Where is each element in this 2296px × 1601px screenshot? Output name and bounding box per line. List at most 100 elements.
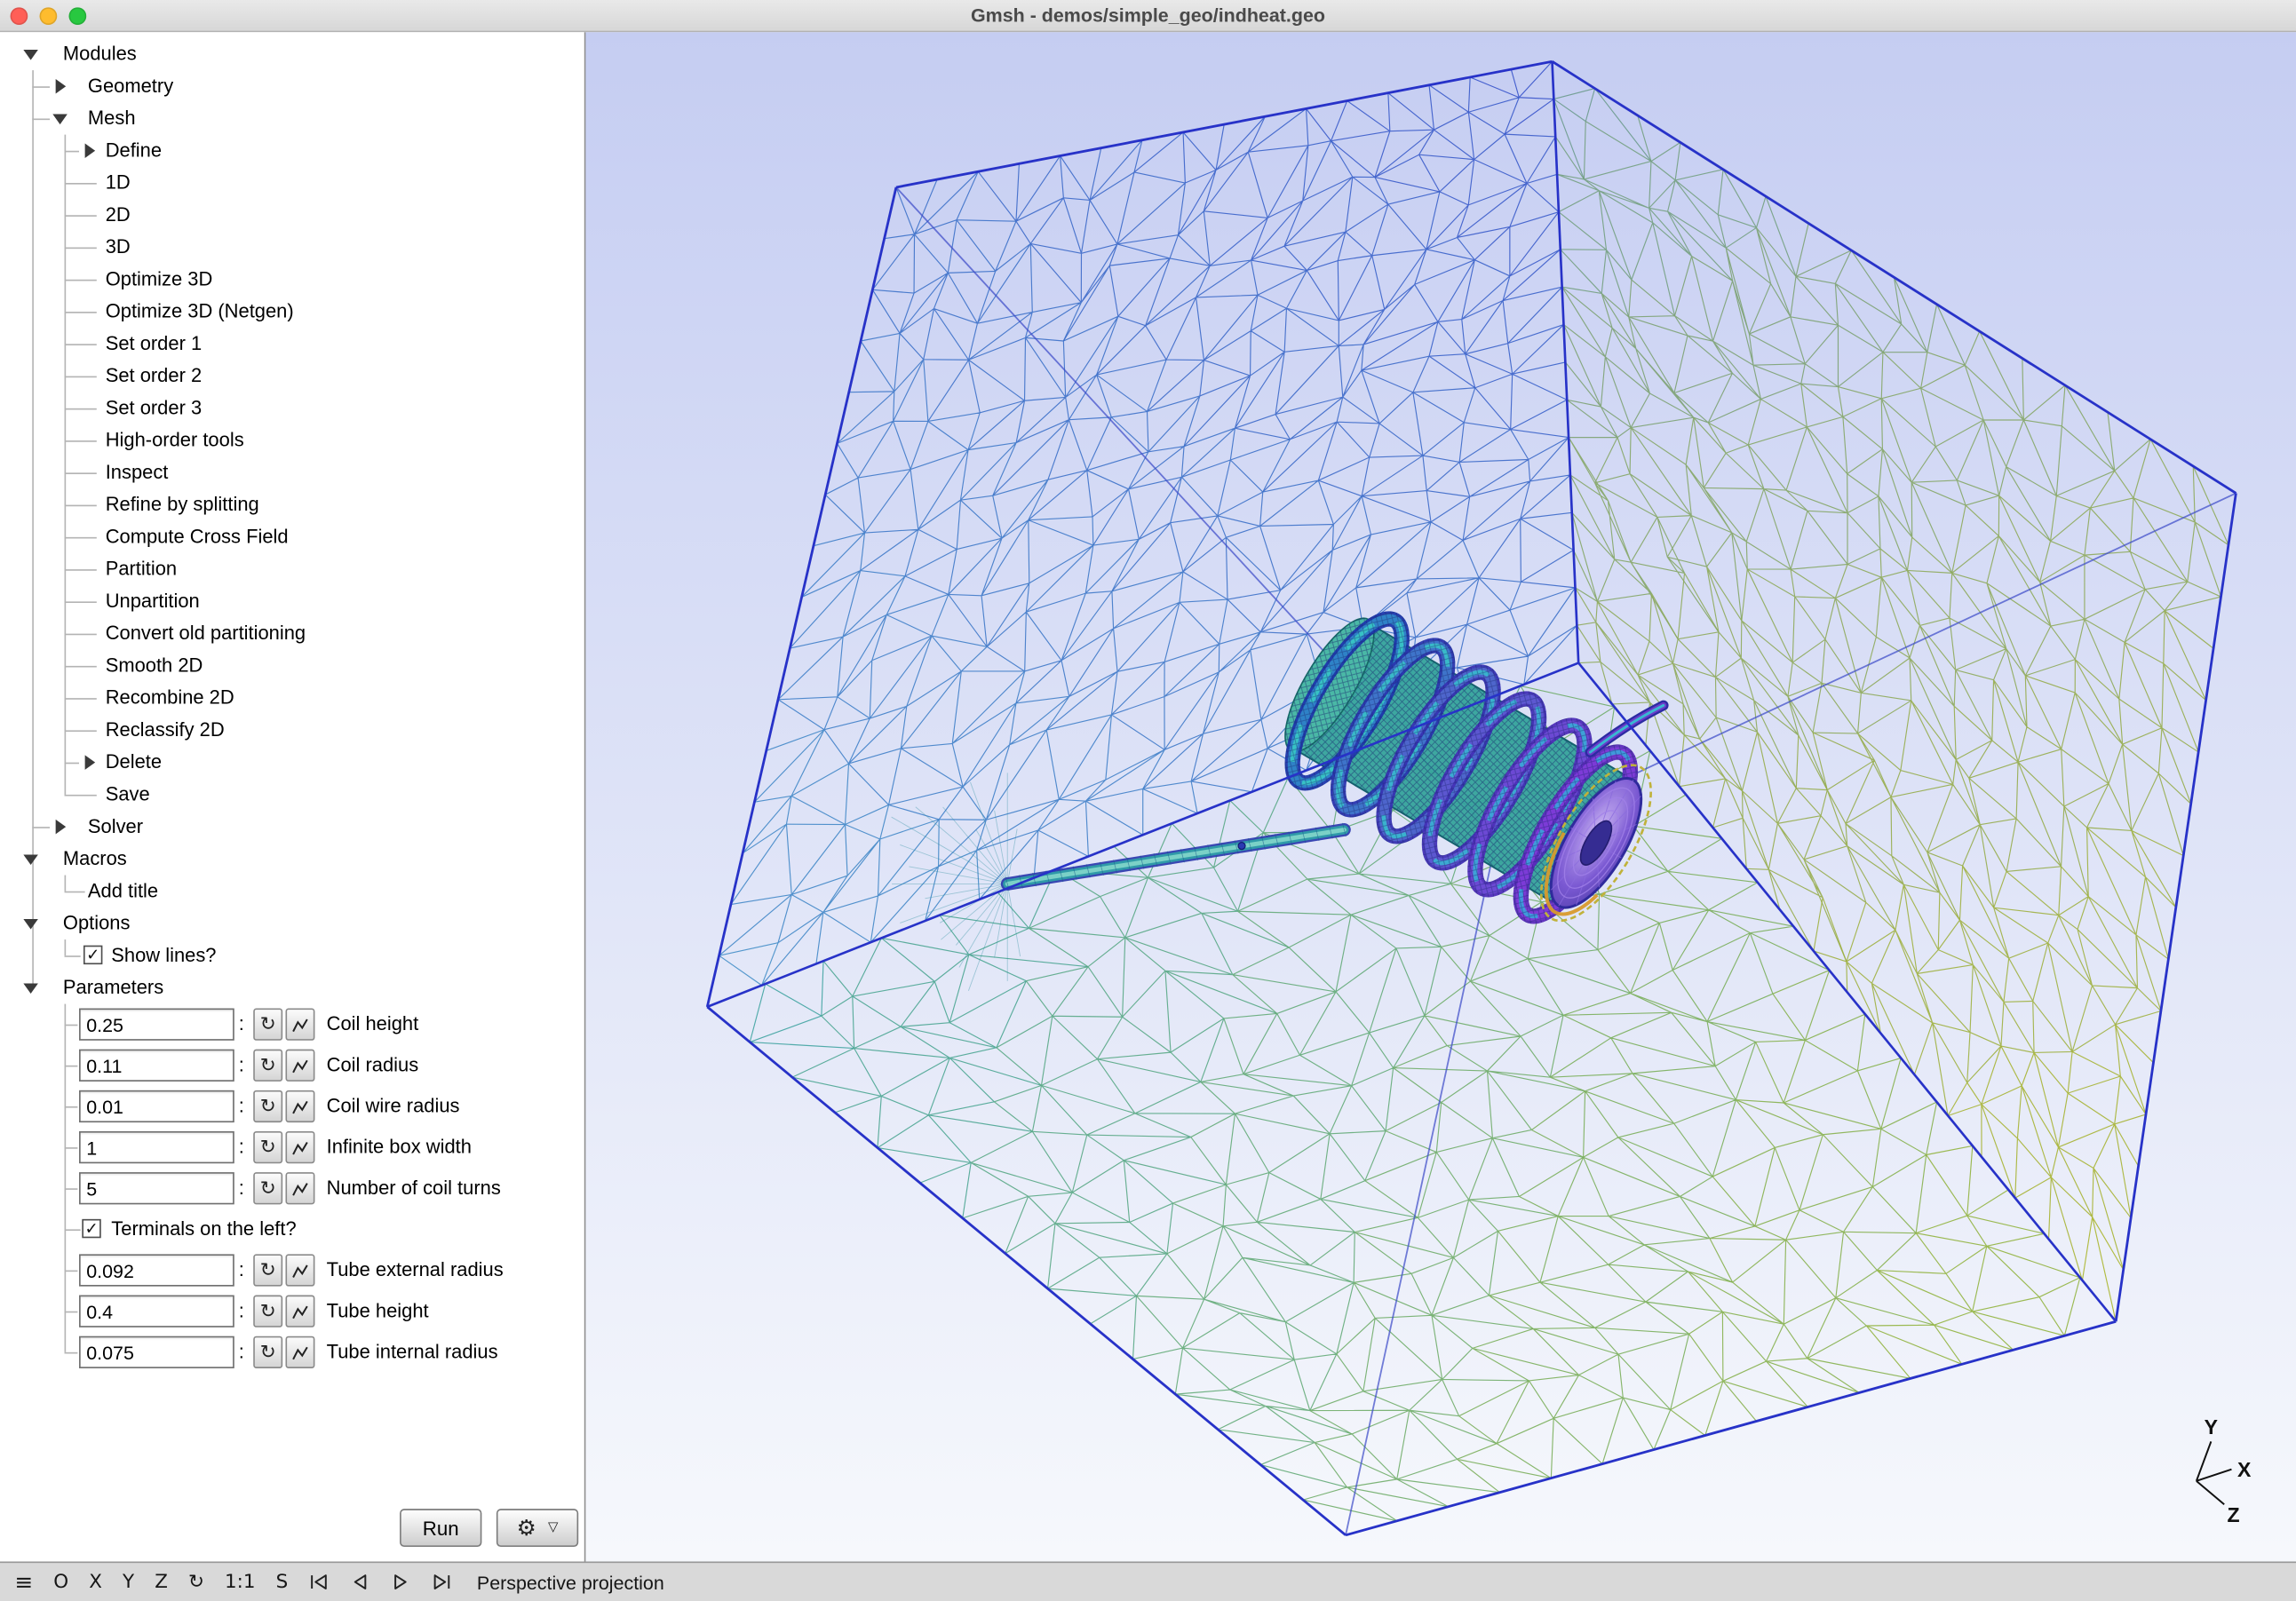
plot-value-button[interactable] <box>285 1172 315 1205</box>
tree-item-label: Delete <box>105 750 163 773</box>
3d-scene[interactable]: YXZ <box>585 32 2296 1561</box>
tree-item-parameters[interactable]: Parameters <box>0 971 584 1003</box>
tree-item-label: Mesh <box>87 107 136 130</box>
tree-item-partition[interactable]: Partition <box>0 553 584 585</box>
collapse-arrow-icon[interactable] <box>23 50 38 60</box>
tree-item-label: Reclassify 2D <box>105 718 225 741</box>
tree-item-convert-old-partitioning[interactable]: Convert old partitioning <box>0 617 584 649</box>
tree-item-unpartition[interactable]: Unpartition <box>0 585 584 617</box>
reload-value-button[interactable]: ↻ <box>253 1008 283 1041</box>
reload-value-button[interactable]: ↻ <box>253 1335 283 1368</box>
tree-item-macros[interactable]: Macros <box>0 843 584 875</box>
reload-value-button[interactable]: ↻ <box>253 1254 283 1287</box>
tree-item-set-order-1[interactable]: Set order 1 <box>0 328 584 360</box>
plot-icon <box>292 1304 308 1319</box>
ortho-button[interactable]: O <box>53 1571 68 1593</box>
checkbox-show-lines[interactable]: ✓ <box>83 945 103 965</box>
run-button[interactable]: Run <box>400 1509 482 1548</box>
one-to-one-button[interactable]: 1:1 <box>225 1571 255 1593</box>
plot-value-button[interactable] <box>285 1295 315 1328</box>
tree-item-2d[interactable]: 2D <box>0 199 584 231</box>
param-input-infinite-box-width[interactable] <box>79 1130 234 1164</box>
tree-item-delete[interactable]: Delete <box>0 747 584 779</box>
tree-item-set-order-2[interactable]: Set order 2 <box>0 360 584 392</box>
param-separator: : <box>238 1094 244 1117</box>
param-separator: : <box>238 1177 244 1199</box>
tree-item-label: 1D <box>105 170 131 194</box>
window-title: Gmsh - demos/simple_geo/indheat.geo <box>971 4 1325 27</box>
param-input-number-of-coil-turns[interactable] <box>79 1172 234 1205</box>
menu-button[interactable]: ≡ <box>14 1569 33 1596</box>
param-row-terminals-on-the-left[interactable]: ✓ Terminals on the left? <box>0 1213 584 1245</box>
tree-item-3d[interactable]: 3D <box>0 231 584 263</box>
tree-item-compute-cross-field[interactable]: Compute Cross Field <box>0 521 584 553</box>
rewind-button[interactable] <box>307 1573 330 1591</box>
collapse-arrow-icon[interactable] <box>23 918 38 930</box>
tree-item-1d[interactable]: 1D <box>0 167 584 199</box>
tree-item-refine-by-splitting[interactable]: Refine by splitting <box>0 488 584 520</box>
axis-label-x: X <box>2237 1458 2252 1481</box>
expand-arrow-icon[interactable] <box>55 78 67 94</box>
rotate-view-button[interactable]: ↻ <box>188 1571 204 1593</box>
tree-item-label: Parameters <box>62 976 164 998</box>
tree-item-solver[interactable]: Solver <box>0 811 584 843</box>
tree-item-set-order-3[interactable]: Set order 3 <box>0 392 584 424</box>
plot-value-button[interactable] <box>285 1130 315 1164</box>
checkbox-terminals-on-the-left[interactable]: ✓ <box>82 1218 101 1239</box>
tree-item-recombine-2d[interactable]: Recombine 2D <box>0 682 584 714</box>
reload-value-button[interactable]: ↻ <box>253 1295 283 1328</box>
expand-arrow-icon[interactable] <box>55 819 67 835</box>
reload-value-button[interactable]: ↻ <box>253 1130 283 1164</box>
plot-value-button[interactable] <box>285 1049 315 1082</box>
param-input-tube-internal-radius[interactable] <box>79 1335 234 1368</box>
projection-status[interactable]: Perspective projection <box>477 1571 664 1593</box>
tree-item-geometry[interactable]: Geometry <box>0 70 584 102</box>
x-view-button[interactable]: X <box>89 1571 102 1593</box>
expand-arrow-icon[interactable] <box>84 755 96 770</box>
tree-item-add-title[interactable]: Add title <box>0 876 584 907</box>
param-input-tube-external-radius[interactable] <box>79 1254 234 1287</box>
tree-item-smooth-2d[interactable]: Smooth 2D <box>0 650 584 682</box>
z-view-button[interactable]: Z <box>155 1571 168 1593</box>
param-input-tube-height[interactable] <box>79 1295 234 1328</box>
tree-item-inspect[interactable]: Inspect <box>0 456 584 488</box>
step-forward-button[interactable] <box>430 1573 452 1591</box>
tree-item-options[interactable]: Options <box>0 907 584 939</box>
play-button[interactable] <box>389 1573 411 1591</box>
tree-item-high-order-tools[interactable]: High-order tools <box>0 424 584 456</box>
reload-value-button[interactable]: ↻ <box>253 1090 283 1123</box>
param-input-coil-height[interactable] <box>79 1008 234 1041</box>
plot-value-button[interactable] <box>285 1008 315 1041</box>
plot-value-button[interactable] <box>285 1335 315 1368</box>
collapse-arrow-icon[interactable] <box>23 983 38 995</box>
collapse-arrow-icon[interactable] <box>52 114 68 125</box>
expand-arrow-icon[interactable] <box>84 143 96 158</box>
param-label: Number of coil turns <box>326 1177 501 1199</box>
reload-value-button[interactable]: ↻ <box>253 1049 283 1082</box>
selection-button[interactable]: S <box>276 1571 289 1593</box>
tree-item-mesh[interactable]: Mesh <box>0 102 584 134</box>
y-view-button[interactable]: Y <box>123 1571 134 1593</box>
graphic-viewport[interactable]: YXZ <box>585 32 2296 1562</box>
settings-menu-button[interactable]: ⚙ ▽ <box>496 1509 579 1548</box>
tree-item-save[interactable]: Save <box>0 779 584 811</box>
tree-item-label: Geometry <box>87 75 174 97</box>
tree-item-optimize-3d-netgen[interactable]: Optimize 3D (Netgen) <box>0 296 584 328</box>
tree-item-reclassify-2d[interactable]: Reclassify 2D <box>0 714 584 746</box>
close-button[interactable] <box>10 7 28 26</box>
tree-item-label: Define <box>105 139 163 162</box>
tree-item-label: Compute Cross Field <box>105 525 289 548</box>
step-back-button[interactable] <box>348 1573 370 1591</box>
param-input-coil-radius[interactable] <box>79 1049 234 1082</box>
tree-item-optimize-3d[interactable]: Optimize 3D <box>0 264 584 296</box>
plot-value-button[interactable] <box>285 1254 315 1287</box>
param-input-coil-wire-radius[interactable] <box>79 1090 234 1123</box>
zoom-button[interactable] <box>68 7 87 26</box>
reload-value-button[interactable]: ↻ <box>253 1172 283 1205</box>
collapse-arrow-icon[interactable] <box>23 854 38 866</box>
minimize-button[interactable] <box>39 7 58 26</box>
tree-item-define[interactable]: Define <box>0 135 584 167</box>
plot-value-button[interactable] <box>285 1090 315 1123</box>
tree-item-modules[interactable]: Modules <box>0 38 584 70</box>
tree-item-show-lines[interactable]: ✓ Show lines? <box>0 939 584 971</box>
